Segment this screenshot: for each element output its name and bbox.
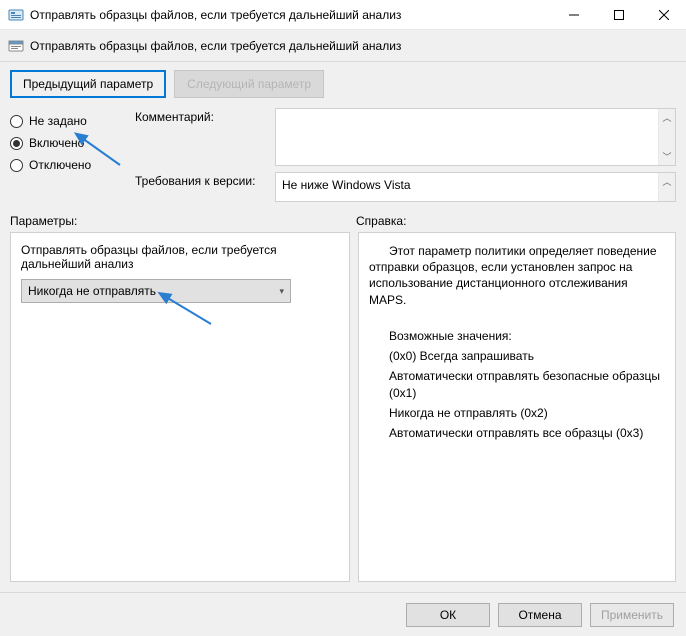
help-intro: Этот параметр политики определяет поведе… [369,243,665,308]
help-option: Автоматически отправлять все образцы (0x… [389,425,665,441]
minimize-icon [569,10,579,20]
radio-icon [10,137,23,150]
maximize-button[interactable] [596,0,641,29]
close-icon [659,10,669,20]
cancel-button[interactable]: Отмена [498,603,582,627]
previous-setting-button[interactable]: Предыдущий параметр [10,70,166,98]
apply-button: Применить [590,603,674,627]
radio-label: Включено [29,136,84,150]
minimize-button[interactable] [551,0,596,29]
state-radio-group: Не задано Включено Отключено [10,108,135,202]
close-button[interactable] [641,0,686,29]
help-option: Автоматически отправлять безопасные обра… [389,368,665,400]
dialog-footer: ОК Отмена Применить [0,592,686,636]
comment-field[interactable] [276,109,658,165]
ok-button[interactable]: ОК [406,603,490,627]
maximize-icon [614,10,624,20]
requirements-value: Не ниже Windows Vista [276,173,658,201]
sub-header: Отправлять образцы файлов, если требуетс… [0,30,686,62]
next-setting-button: Следующий параметр [174,70,324,98]
scrollbar[interactable]: ︿ ﹀ [658,109,675,165]
requirements-field-wrap: Не ниже Windows Vista ︿ [275,172,676,202]
radio-icon [10,115,23,128]
scrollbar[interactable]: ︿ [658,173,675,201]
radio-label: Отключено [29,158,91,172]
window-title: Отправлять образцы файлов, если требуетс… [30,8,551,22]
combo-value: Никогда не отправлять [28,284,156,298]
scroll-up-icon: ︿ [662,173,671,190]
next-label: Следующий параметр [187,77,311,91]
scroll-up-icon: ︿ [662,109,671,126]
comment-label: Комментарий: [135,108,275,124]
help-options-heading: Возможные значения: [389,328,665,344]
policy-icon [8,38,24,54]
help-option: (0x0) Всегда запрашивать [389,348,665,364]
help-label: Справка: [356,214,406,228]
prev-label: Предыдущий параметр [23,77,153,91]
scroll-down-icon: ﹀ [662,148,671,165]
title-bar: Отправлять образцы файлов, если требуетс… [0,0,686,30]
comment-field-wrap: ︿ ﹀ [275,108,676,166]
radio-label: Не задано [29,114,87,128]
radio-disabled[interactable]: Отключено [10,154,135,176]
send-samples-combo[interactable]: Никогда не отправлять ▾ [21,279,291,303]
parameter-description: Отправлять образцы файлов, если требуетс… [21,243,339,271]
parameters-panel: Отправлять образцы файлов, если требуетс… [10,232,350,582]
radio-not-configured[interactable]: Не задано [10,110,135,132]
help-panel: Этот параметр политики определяет поведе… [358,232,676,582]
radio-enabled[interactable]: Включено [10,132,135,154]
nav-row: Предыдущий параметр Следующий параметр [10,70,676,98]
app-icon [8,7,24,23]
chevron-down-icon: ▾ [279,286,284,297]
page-title: Отправлять образцы файлов, если требуетс… [30,39,401,53]
help-option: Никогда не отправлять (0x2) [389,405,665,421]
parameters-label: Параметры: [10,214,356,228]
requirements-label: Требования к версии: [135,172,275,188]
radio-icon [10,159,23,172]
